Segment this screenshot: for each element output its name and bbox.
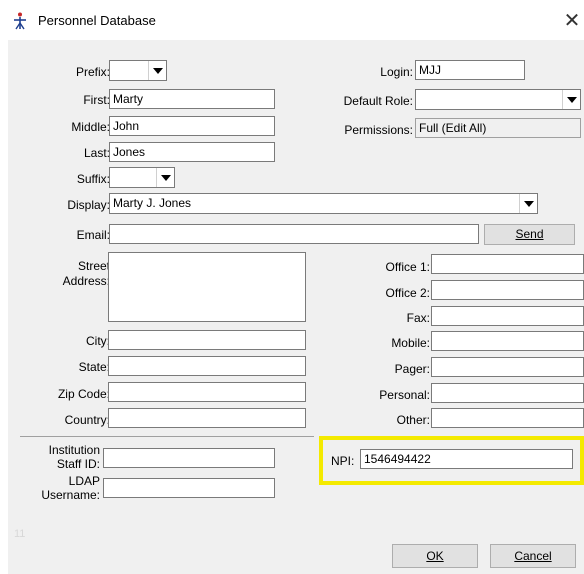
display-value: Marty J. Jones bbox=[113, 196, 192, 210]
close-icon[interactable]: ✕ bbox=[560, 8, 584, 34]
send-button[interactable]: Send bbox=[484, 224, 575, 245]
app-icon bbox=[14, 12, 26, 30]
first-label: First: bbox=[83, 93, 110, 107]
cancel-button-label: Cancel bbox=[514, 549, 552, 563]
email-field[interactable] bbox=[109, 224, 479, 244]
office1-field[interactable] bbox=[431, 254, 584, 274]
middle-name-field[interactable]: John bbox=[109, 116, 275, 136]
city-field[interactable] bbox=[108, 330, 306, 350]
record-counter: 11 bbox=[14, 528, 26, 540]
institution-label-line1: Institution bbox=[48, 443, 100, 457]
street-label-line2: Address: bbox=[62, 274, 110, 288]
last-label: Last: bbox=[83, 146, 110, 160]
last-name-field[interactable]: Jones bbox=[109, 142, 275, 162]
mobile-field[interactable] bbox=[431, 331, 584, 351]
suffix-label: Suffix: bbox=[76, 172, 110, 186]
send-button-label: Send bbox=[515, 227, 544, 241]
npi-label: NPI: bbox=[331, 454, 355, 468]
npi-field[interactable]: 1546494422 bbox=[360, 449, 573, 469]
email-label: Email: bbox=[76, 228, 110, 242]
display-combo[interactable]: Marty J. Jones bbox=[109, 193, 538, 214]
suffix-combo[interactable] bbox=[109, 167, 175, 188]
personal-field[interactable] bbox=[431, 383, 584, 403]
ok-button-label: OK bbox=[426, 549, 444, 563]
chevron-down-icon[interactable] bbox=[562, 90, 580, 109]
prefix-label: Prefix: bbox=[75, 65, 110, 79]
fax-label: Fax: bbox=[406, 311, 430, 325]
state-label: State: bbox=[78, 360, 110, 374]
office1-label: Office 1: bbox=[385, 260, 430, 274]
login-label: Login: bbox=[380, 65, 413, 79]
default-role-combo[interactable] bbox=[415, 89, 581, 110]
separator-left bbox=[20, 436, 314, 437]
city-label: City: bbox=[86, 334, 110, 348]
prefix-combo[interactable] bbox=[109, 60, 167, 81]
window-title: Personnel Database bbox=[38, 13, 156, 28]
other-label: Other: bbox=[396, 413, 430, 427]
street-label-line1: Street bbox=[77, 259, 110, 273]
login-field[interactable]: MJJ bbox=[415, 60, 525, 80]
first-name-field[interactable]: Marty bbox=[109, 89, 275, 109]
title-bar: Personnel Database ✕ bbox=[0, 0, 584, 40]
pager-field[interactable] bbox=[431, 357, 584, 377]
zip-label: Zip Code: bbox=[57, 387, 110, 401]
permissions-field: Full (Edit All) bbox=[415, 118, 581, 138]
personal-label: Personal: bbox=[379, 388, 430, 402]
chevron-down-icon[interactable] bbox=[519, 194, 537, 213]
pager-label: Pager: bbox=[394, 362, 430, 376]
ldap-label-line2: Username: bbox=[41, 488, 100, 502]
mobile-label: Mobile: bbox=[391, 336, 430, 350]
middle-label: Middle: bbox=[71, 120, 110, 134]
display-label: Display: bbox=[67, 198, 110, 212]
ldap-username-field[interactable] bbox=[103, 478, 275, 498]
zip-field[interactable] bbox=[108, 382, 306, 402]
ldap-label-line1: LDAP bbox=[68, 474, 100, 488]
permissions-label: Permissions: bbox=[344, 123, 413, 137]
country-label: Country: bbox=[64, 413, 110, 427]
cancel-button[interactable]: Cancel bbox=[490, 544, 576, 568]
country-field[interactable] bbox=[108, 408, 306, 428]
institution-label-line2: Staff ID: bbox=[56, 457, 100, 471]
ok-button[interactable]: OK bbox=[392, 544, 478, 568]
office2-field[interactable] bbox=[431, 280, 584, 300]
street-address-field[interactable] bbox=[108, 252, 306, 322]
fax-field[interactable] bbox=[431, 306, 584, 326]
dialog-client: Prefix: First: Marty Middle: John Last: … bbox=[8, 40, 584, 574]
chevron-down-icon[interactable] bbox=[156, 168, 174, 187]
chevron-down-icon[interactable] bbox=[148, 61, 166, 80]
state-field[interactable] bbox=[108, 356, 306, 376]
institution-staff-id-field[interactable] bbox=[103, 448, 275, 468]
default-role-label: Default Role: bbox=[343, 94, 413, 108]
other-field[interactable] bbox=[431, 408, 584, 428]
office2-label: Office 2: bbox=[385, 286, 430, 300]
